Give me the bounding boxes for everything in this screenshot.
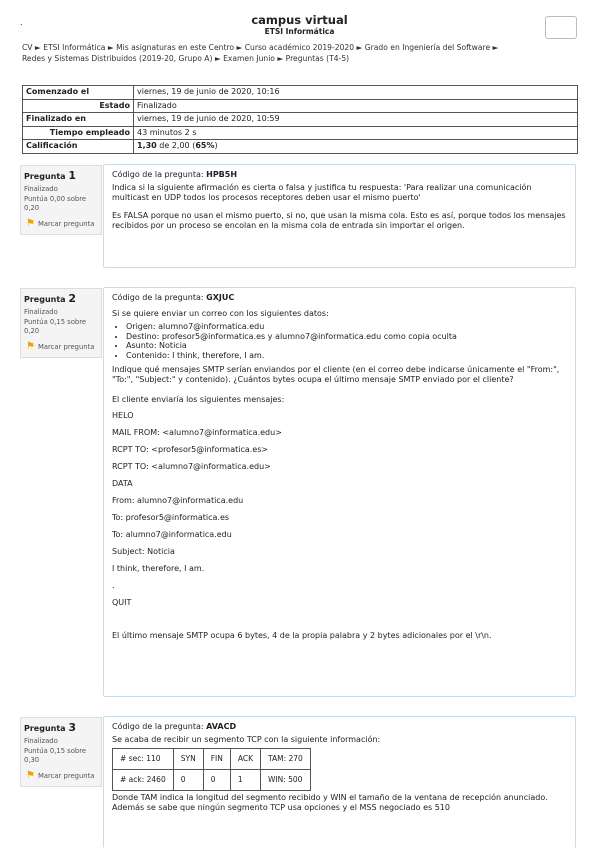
smtp-line: RCPT TO: <profesor5@informatica.es> [112, 445, 269, 455]
breadcrumb-item[interactable]: CV ► [22, 43, 41, 52]
breadcrumb-item[interactable]: Redes y Sistemas Distribuidos (2019-20, … [22, 54, 221, 63]
table-cell: FIN [202, 748, 231, 770]
breadcrumb-item[interactable]: Examen Junio ► [223, 54, 283, 63]
list-item: Destino: profesor5@informatica.es y alum… [126, 332, 567, 342]
summary-label: Comenzado el [22, 85, 134, 100]
summary-value: 1,30 de 2,00 (65%) [133, 139, 578, 154]
smtp-line: To: alumno7@informatica.edu [112, 530, 232, 540]
table-cell: ACK [229, 748, 261, 770]
list-item: Origen: alumno7@informatica.edu [126, 322, 567, 332]
smtp-line: MAIL FROM: <alumno7@informatica.edu> [112, 428, 282, 438]
breadcrumb-item[interactable]: Preguntas (T4-5) [286, 54, 350, 63]
breadcrumb: CV ► ETSI Informática ► Mis asignaturas … [22, 42, 582, 64]
summary-label: Finalizado en [22, 112, 134, 127]
question-number: Pregunta 3 [24, 721, 77, 734]
summary-label: Calificación [22, 139, 134, 154]
table-cell: # sec: 110 [112, 748, 174, 770]
summary-label: Estado [22, 98, 134, 113]
answer-conclusion: El último mensaje SMTP ocupa 6 bytes, 4 … [112, 631, 492, 641]
question-content-3: Código de la pregunta: AVACD Se acaba de… [103, 716, 576, 848]
breadcrumb-item[interactable]: Curso académico 2019-2020 ► [245, 43, 363, 52]
smtp-line: QUIT [112, 598, 132, 608]
question-intro: Si se quiere enviar un correo con los si… [112, 309, 329, 318]
smtp-line: . [112, 581, 115, 591]
question-content-2: Código de la pregunta: GXJUC Si se quier… [103, 287, 576, 697]
email-data-list: Origen: alumno7@informatica.edu Destino:… [118, 322, 567, 360]
question-text: Indica si la siguiente afirmación es cie… [112, 183, 532, 202]
table-cell: 0 [202, 769, 231, 791]
question-state: Finalizado [24, 307, 58, 316]
flag-question-button[interactable]: ⚑ Marcar pregunta [24, 770, 98, 783]
question-code: Código de la pregunta: HPB5H [112, 170, 238, 179]
table-cell: TAM: 270 [259, 748, 311, 770]
breadcrumb-item[interactable]: ETSI Informática ► [43, 43, 114, 52]
question-text: Donde TAM indica la longitud del segment… [112, 793, 548, 812]
grade-percent: 65% [195, 141, 215, 151]
question-text: Indique qué mensajes SMTP serían enviand… [112, 365, 560, 385]
grade-score: 1,30 [137, 141, 157, 151]
list-item: Asunto: Noticia [126, 341, 567, 351]
smtp-line: To: profesor5@informatica.es [112, 513, 230, 523]
question-info-1: Pregunta 1 Finalizado Puntúa 0,00 sobre … [20, 165, 102, 235]
summary-row-finished: Finalizado en viernes, 19 de junio de 20… [22, 112, 578, 127]
summary-value: viernes, 19 de junio de 2020, 10:16 [133, 85, 578, 100]
smtp-line: Subject: Noticia [112, 547, 175, 557]
summary-row-grade: Calificación 1,30 de 2,00 (65%) [22, 139, 578, 154]
flag-icon: ⚑ [26, 770, 35, 782]
question-intro: Se acaba de recibir un segmento TCP con … [112, 735, 381, 744]
summary-row-time: Tiempo empleado 43 minutos 2 s [22, 125, 578, 140]
summary-row-state: Estado Finalizado [22, 98, 578, 113]
answer-text: Es FALSA porque no usan el mismo puerto,… [112, 211, 566, 230]
attempt-summary-table: Comenzado el viernes, 19 de junio de 202… [22, 85, 578, 154]
summary-row-started: Comenzado el viernes, 19 de junio de 202… [22, 85, 578, 100]
question-number: Pregunta 2 [24, 292, 77, 305]
summary-label: Tiempo empleado [22, 125, 134, 140]
smtp-line: I think, therefore, I am. [112, 564, 205, 574]
site-subtitle: ETSI Informática [264, 27, 335, 36]
site-title[interactable]: campus virtual [0, 13, 599, 27]
question-code: Código de la pregunta: GXJUC [112, 293, 235, 302]
flag-question-button[interactable]: ⚑ Marcar pregunta [24, 218, 98, 231]
summary-value: Finalizado [133, 98, 578, 113]
question-number: Pregunta 1 [24, 169, 77, 182]
table-row: # ack: 2460 0 0 1 WIN: 500 [112, 769, 311, 791]
summary-value: viernes, 19 de junio de 2020, 10:59 [133, 112, 578, 127]
breadcrumb-item[interactable]: Grado en Ingeniería del Software ► [365, 43, 499, 52]
question-score: Puntúa 0,15 sobre 0,20 [24, 318, 87, 335]
grade-close: ) [214, 141, 218, 151]
question-score: Puntúa 0,00 sobre 0,20 [24, 195, 87, 212]
table-cell: SYN [172, 748, 204, 770]
flag-question-button[interactable]: ⚑ Marcar pregunta [24, 341, 98, 354]
question-content-1: Código de la pregunta: HPB5H Indica si l… [103, 164, 576, 268]
table-cell: # ack: 2460 [112, 769, 174, 791]
question-info-2: Pregunta 2 Finalizado Puntúa 0,15 sobre … [20, 288, 102, 358]
table-cell: 1 [229, 769, 261, 791]
question-state: Finalizado [24, 736, 58, 745]
table-cell: 0 [172, 769, 204, 791]
smtp-line: RCPT TO: <alumno7@informatica.edu> [112, 462, 271, 472]
question-info-3: Pregunta 3 Finalizado Puntúa 0,15 sobre … [20, 717, 102, 787]
flag-icon: ⚑ [26, 218, 35, 230]
user-menu-button[interactable] [545, 16, 577, 39]
tcp-segment-table: # sec: 110 SYN FIN ACK TAM: 270 # ack: 2… [112, 748, 311, 791]
question-score: Puntúa 0,15 sobre 0,30 [24, 747, 87, 764]
answer-intro: El cliente enviaría los siguientes mensa… [112, 395, 285, 405]
breadcrumb-item[interactable]: Mis asignaturas en este Centro ► [116, 43, 242, 52]
question-code: Código de la pregunta: AVACD [112, 722, 237, 731]
grade-of: de 2,00 ( [156, 141, 196, 151]
smtp-line: DATA [112, 479, 133, 489]
table-row: # sec: 110 SYN FIN ACK TAM: 270 [112, 748, 311, 770]
flag-icon: ⚑ [26, 341, 35, 353]
list-item: Contenido: I think, therefore, I am. [126, 351, 567, 361]
question-state: Finalizado [24, 184, 58, 193]
table-cell: WIN: 500 [259, 769, 311, 791]
smtp-line: HELO [112, 411, 134, 421]
smtp-line: From: alumno7@informatica.edu [112, 496, 244, 506]
summary-value: 43 minutos 2 s [133, 125, 578, 140]
